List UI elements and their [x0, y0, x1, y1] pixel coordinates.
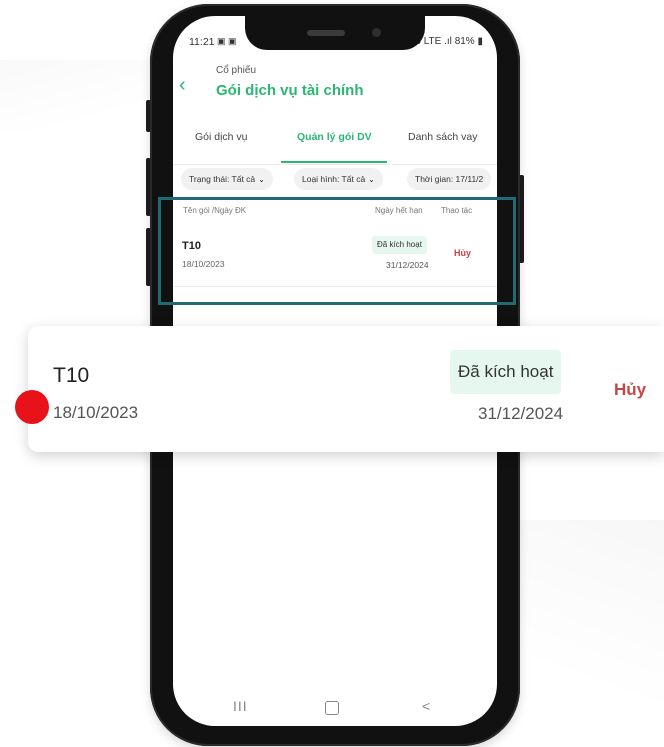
breadcrumb: Cổ phiếu [216, 65, 257, 76]
phone-notch [245, 16, 425, 50]
chevron-down-icon: ⌄ [368, 175, 375, 184]
zoomed-package-row: T10 18/10/2023 Đã kích hoạt 31/12/2024 H… [28, 326, 664, 452]
chevron-down-icon: ⌄ [258, 175, 265, 184]
type-filter[interactable]: Loại hình: Tất cả ⌄ [294, 168, 383, 190]
zoomed-cancel-button[interactable]: Hủy [614, 380, 646, 400]
tab-loan-list[interactable]: Danh sách vay [408, 131, 477, 143]
status-filter[interactable]: Trạng thái: Tất cả ⌄ [181, 168, 273, 190]
time-filter[interactable]: Thời gian: 17/11/2 [407, 168, 492, 190]
active-tab-indicator [281, 161, 387, 163]
speaker-grille [307, 30, 345, 36]
zoomed-register-date: 18/10/2023 [53, 403, 139, 422]
battery-level: 81% [454, 36, 475, 47]
tab-bar: Gói dịch vụ Quản lý gói DV Danh sách vay [173, 124, 497, 165]
status-time: 11:21 [189, 36, 215, 48]
notification-icons: ▣ ▣ [217, 36, 237, 46]
background-decoration [520, 520, 664, 747]
home-button[interactable] [325, 701, 339, 715]
tab-package-management[interactable]: Quản lý gói DV [297, 131, 372, 143]
zoomed-status-badge: Đã kích hoạt [450, 350, 562, 394]
time-filter-label: Thời gian: 17/11/2 [415, 174, 484, 184]
pointer-marker [15, 390, 49, 424]
zoomed-expiry-date: 31/12/2024 [478, 404, 564, 423]
back-arrow-icon[interactable]: ‹ [179, 74, 186, 97]
system-back-button[interactable]: < [422, 698, 430, 714]
front-camera [372, 28, 381, 37]
status-filter-label: Trạng thái: Tất cả [189, 174, 256, 184]
page-title: Gói dịch vụ tài chính [216, 82, 364, 99]
type-filter-label: Loại hình: Tất cả [302, 174, 366, 184]
highlight-frame [158, 197, 516, 305]
zoomed-package-name: T10 [53, 364, 90, 387]
filter-bar: Trạng thái: Tất cả ⌄ Loại hình: Tất cả ⌄ T… [173, 168, 497, 194]
system-nav-bar: III < [173, 692, 497, 726]
recent-apps-button[interactable]: III [233, 698, 248, 714]
tab-service-packages[interactable]: Gói dịch vụ [195, 131, 248, 143]
battery-icon: ▮ [477, 36, 483, 47]
